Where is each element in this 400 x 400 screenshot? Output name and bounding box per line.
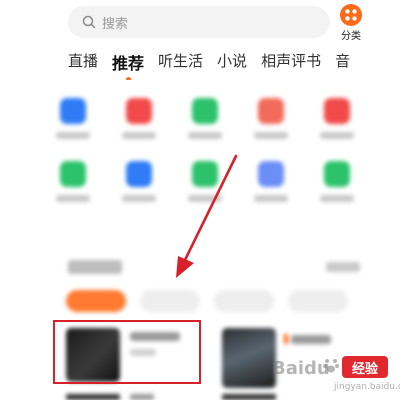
baidu-watermark: Baidu 经验 jingyan.baidu.com [272,352,400,396]
watermark-badge: 经验 [342,356,388,378]
watermark-url: jingyan.baidu.com [334,382,400,392]
annotation-arrow [176,154,238,278]
paw-icon [323,359,339,373]
